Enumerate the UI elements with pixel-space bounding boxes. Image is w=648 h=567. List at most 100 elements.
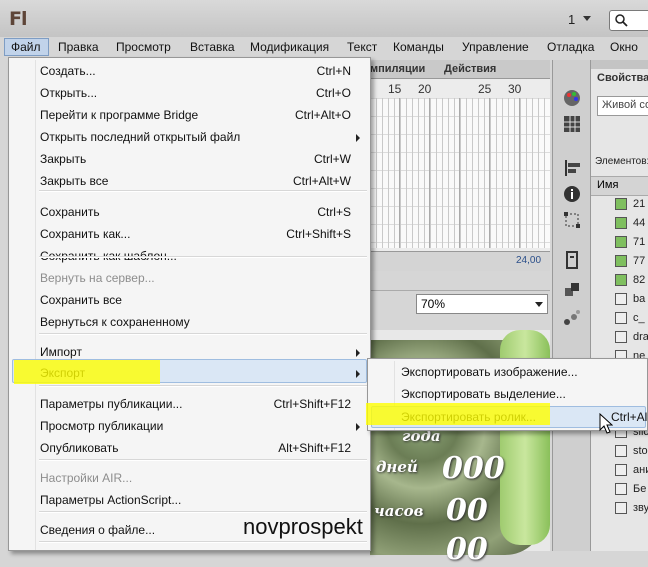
workspace-number: 1 [568, 12, 576, 27]
search-icon [615, 14, 628, 27]
menu-item-air-settings[interactable]: Настройки AIR... [9, 467, 370, 489]
tab-actions[interactable]: Действия [444, 63, 496, 75]
menu-separator [39, 256, 367, 258]
menu-item-shortcut: Ctrl+O [315, 86, 351, 100]
panel-title[interactable]: Свойства [591, 72, 648, 88]
menu-item-check-in[interactable]: Вернуть на сервер... [9, 267, 370, 289]
menu-item-label: Сохранить как... [40, 227, 131, 241]
library-item-label: 77 [633, 255, 646, 267]
submenu-item-export-selection[interactable]: Экспортировать выделение... [368, 383, 648, 405]
menu-item-label: Настройки AIR... [40, 471, 133, 485]
menu-item-revert[interactable]: Вернуться к сохраненному [9, 311, 370, 333]
menu-item-shortcut: Ctrl+W [314, 152, 351, 166]
search-field[interactable] [609, 10, 648, 31]
days-value: 000 [442, 451, 505, 486]
workspace-switcher[interactable]: 1 [557, 11, 593, 29]
menu-separator [39, 541, 367, 543]
menu-item-label: Создать... [40, 64, 96, 78]
library-symbol-icon [615, 502, 627, 514]
submenu-item-label: Экспортировать изображение... [401, 365, 578, 379]
library-item-label: 21 [633, 198, 646, 210]
menu-item-actionscript-settings[interactable]: Параметры ActionScript... [9, 489, 370, 511]
hours-value: 00 [446, 493, 488, 528]
align-icon[interactable] [562, 158, 582, 178]
menu-item-close[interactable]: Закрыть Ctrl+W [9, 148, 370, 170]
menu-item-save[interactable]: Сохранить Ctrl+S [9, 201, 370, 223]
flash-logo: Fl [9, 8, 27, 30]
menu-item-browse-bridge[interactable]: Перейти к программе Bridge Ctrl+Alt+O [9, 104, 370, 126]
zoom-select[interactable]: 70% [416, 294, 548, 314]
menu-item-open[interactable]: Открыть... Ctrl+O [9, 82, 370, 104]
submenu-arrow-icon [356, 134, 360, 142]
menu-item-label: Параметры ActionScript... [40, 493, 182, 507]
timeline-panel: мпиляции Действия 15 20 25 30 24,00 [370, 60, 550, 271]
menu-item-shortcut: Ctrl+Alt+O [294, 108, 351, 122]
elements-count-label: Элементов: [595, 156, 648, 167]
menu-text[interactable]: Текст [347, 38, 377, 56]
info-icon[interactable] [562, 184, 582, 204]
chevron-down-icon [535, 302, 543, 307]
title-bar: Fl 1 [0, 0, 648, 38]
menu-item-save-all[interactable]: Сохранить все [9, 289, 370, 311]
motion-presets-icon[interactable] [562, 308, 582, 328]
menu-modify[interactable]: Модификация [250, 38, 329, 56]
library-item-label: зву [633, 502, 648, 514]
frame-grid[interactable] [370, 98, 550, 248]
menu-view[interactable]: Просмотр [116, 38, 171, 56]
menu-edit[interactable]: Правка [58, 38, 99, 56]
menu-item-label: Вернуть на сервер... [40, 271, 155, 285]
ruler-label: 15 [388, 82, 402, 96]
watermark: novprospekt [243, 514, 363, 539]
properties-panel: Свойства Живой соу Элементов: Имя 21 44 71… [590, 60, 648, 551]
menu-item-publish-preview[interactable]: Просмотр публикации [9, 415, 370, 437]
library-symbol-icon [615, 293, 627, 305]
menu-item-label: Сведения о файле... [40, 523, 156, 537]
menu-control[interactable]: Управление [462, 38, 529, 56]
ruler-label: 20 [418, 82, 432, 96]
submenu-item-export-image[interactable]: Экспортировать изображение... [368, 361, 648, 383]
library-symbol-icon [615, 483, 627, 495]
menu-file[interactable]: Файл [4, 38, 49, 56]
transform-icon[interactable] [562, 210, 582, 230]
menu-item-label: Перейти к программе Bridge [40, 108, 199, 122]
menu-window[interactable]: Окно [610, 38, 638, 56]
menu-debug[interactable]: Отладка [547, 38, 594, 56]
library-item-label: ba [633, 293, 646, 305]
menu-item-label: Закрыть все [40, 174, 109, 188]
menu-item-shortcut: Ctrl+Alt+W [292, 174, 351, 188]
menu-item-publish-settings[interactable]: Параметры публикации... Ctrl+Shift+F12 [9, 393, 370, 415]
timeline-controls: 24,00 [370, 251, 550, 271]
library-item-label: 44 [633, 217, 646, 229]
menu-item-label: Вернуться к сохраненному [40, 315, 190, 329]
menu-separator [39, 385, 367, 387]
menu-item-shortcut: Ctrl+Shift+F12 [273, 397, 351, 411]
fps-readout[interactable]: 24,00 [516, 255, 541, 266]
instance-name-field[interactable]: Живой соу [597, 96, 648, 116]
frame-ruler: 15 20 25 30 [370, 80, 550, 96]
menu-item-label: Открыть... [40, 86, 98, 100]
menu-insert[interactable]: Вставка [190, 38, 235, 56]
mouse-cursor-icon [599, 412, 614, 438]
menu-item-new[interactable]: Создать... Ctrl+N [9, 60, 370, 82]
library-icon[interactable] [562, 250, 582, 270]
menu-commands[interactable]: Команды [393, 38, 444, 56]
menu-item-publish[interactable]: Опубликовать Alt+Shift+F12 [9, 437, 370, 459]
library-item-label: 82 [633, 274, 646, 286]
menu-item-label: Параметры публикации... [40, 397, 183, 411]
menu-item-close-all[interactable]: Закрыть все Ctrl+Alt+W [9, 170, 370, 192]
instance-name-value: Живой соу [602, 99, 648, 111]
name-column-header[interactable]: Имя [591, 176, 648, 196]
hours-label: часов [374, 502, 424, 520]
color-palette-icon[interactable] [562, 88, 582, 108]
library-item-label: sto [633, 445, 648, 457]
menu-item-label: Сохранить все [40, 293, 122, 307]
menu-separator [39, 190, 367, 192]
menu-bar: Файл Правка Просмотр Вставка Модификация… [0, 37, 648, 57]
tab-compiler-errors[interactable]: мпиляции [370, 63, 425, 75]
components-icon[interactable] [562, 280, 582, 300]
menu-item-open-recent[interactable]: Открыть последний открытый файл [9, 126, 370, 148]
menu-item-label: Открыть последний открытый файл [40, 130, 241, 144]
menu-item-save-as[interactable]: Сохранить как... Ctrl+Shift+S [9, 223, 370, 245]
chevron-down-icon [583, 16, 591, 21]
swatches-icon[interactable] [562, 114, 582, 134]
